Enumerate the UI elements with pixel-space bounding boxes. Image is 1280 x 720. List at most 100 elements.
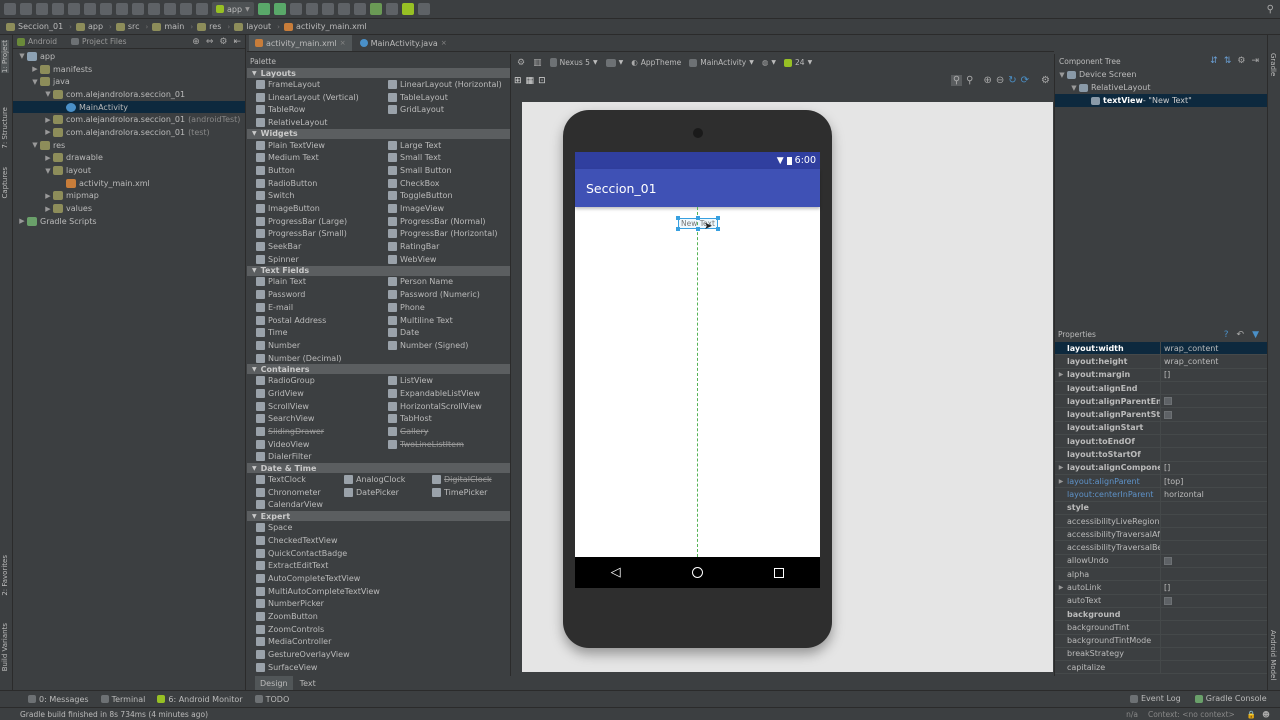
tab-structure[interactable]: 7: Structure — [1, 107, 9, 149]
sync-icon[interactable]: ⟳ — [1021, 75, 1029, 86]
property-row[interactable]: layout:toEndOf — [1055, 435, 1267, 449]
copy-icon[interactable] — [100, 3, 112, 15]
palette-item[interactable]: TextClock — [256, 473, 344, 486]
lock-icon[interactable]: 🔒 — [1247, 710, 1256, 719]
component-tree-item[interactable]: ▼ Device Screen — [1055, 68, 1267, 81]
checkbox[interactable] — [1164, 556, 1172, 565]
tree-item[interactable]: ▶ drawable — [13, 152, 245, 165]
expand-right-icon[interactable]: ▶ — [1055, 584, 1067, 591]
palette-item[interactable]: CheckBox — [388, 177, 510, 190]
tab-text[interactable]: Text — [295, 676, 321, 690]
editor-tab[interactable]: activity_main.xml × — [249, 35, 352, 51]
breadcrumb-item[interactable]: Seccion_01 — [4, 20, 67, 34]
nav-home-icon[interactable] — [691, 567, 703, 578]
palette-item[interactable]: ImageView — [388, 202, 510, 215]
undo-icon[interactable] — [52, 3, 64, 15]
palette-item[interactable]: LinearLayout (Vertical) — [256, 91, 388, 104]
palette-item[interactable]: QuickContactBadge — [256, 547, 510, 560]
palette-item[interactable]: Time — [256, 326, 388, 339]
help-icon[interactable] — [417, 3, 430, 15]
grid-icon[interactable]: ▦ — [526, 76, 535, 86]
property-row[interactable]: capitalize — [1055, 661, 1267, 675]
palette-item[interactable]: ZoomButton — [256, 610, 510, 623]
palette-item[interactable]: WebView — [388, 253, 510, 266]
palette-item[interactable]: Small Button — [388, 164, 510, 177]
component-tree-item[interactable]: textView - "New Text" — [1055, 94, 1267, 107]
close-icon[interactable]: × — [441, 39, 447, 47]
component-tree-item[interactable]: ▼ RelativeLayout — [1055, 81, 1267, 94]
tree-item[interactable]: ▼ res — [13, 139, 245, 152]
collapse-all-icon[interactable]: ⇔ — [206, 37, 214, 47]
api-level-select[interactable]: 24 ▼ — [784, 58, 812, 67]
project-structure-icon[interactable] — [353, 3, 366, 15]
property-value[interactable]: [] — [1160, 461, 1267, 474]
forward-icon[interactable] — [180, 3, 192, 15]
palette-item[interactable]: MediaController — [256, 636, 510, 649]
bottom-tool-button[interactable]: Terminal — [100, 695, 145, 704]
tab-project[interactable]: 1: Project — [1, 40, 9, 73]
palette-item[interactable]: Space — [256, 521, 510, 534]
bottom-tool-button[interactable]: TODO — [254, 695, 289, 704]
palette-item[interactable]: RatingBar — [388, 240, 510, 253]
palette-item[interactable]: GridLayout — [388, 103, 510, 116]
undo-icon[interactable]: ↶ — [1237, 330, 1245, 340]
property-row[interactable]: layout:alignStart — [1055, 421, 1267, 436]
open-icon[interactable] — [4, 3, 16, 15]
palette-item[interactable]: LinearLayout (Horizontal) — [388, 78, 510, 91]
resize-handle[interactable] — [716, 227, 720, 231]
checkbox[interactable] — [1164, 596, 1172, 605]
property-row[interactable]: breakStrategy — [1055, 647, 1267, 662]
palette-item[interactable]: Small Text — [388, 151, 510, 164]
run-icon[interactable] — [257, 3, 270, 15]
tree-item[interactable]: ▶ com.alejandrolora.seccion_01 (test) — [13, 126, 245, 139]
device-select[interactable]: Nexus 5 ▼ — [549, 58, 598, 67]
property-row[interactable]: ▶ layout:alignParent [top] — [1055, 474, 1267, 489]
property-value[interactable] — [1160, 594, 1267, 607]
property-value[interactable] — [1160, 381, 1267, 395]
property-value[interactable] — [1160, 421, 1267, 435]
tree-item[interactable]: ▼ app — [13, 50, 245, 63]
hide-panel-icon[interactable]: ⇤ — [233, 37, 241, 47]
palette-item[interactable]: Chronometer — [256, 486, 344, 499]
bottom-tool-button[interactable]: 6: Android Monitor — [157, 695, 243, 704]
redo-icon[interactable] — [68, 3, 80, 15]
zoom-to-fit-icon[interactable]: ⚲ — [950, 75, 963, 86]
property-row[interactable]: ▶ autoLink [] — [1055, 581, 1267, 595]
settings-icon[interactable] — [337, 3, 350, 15]
back-icon[interactable] — [164, 3, 176, 15]
build-icon[interactable] — [196, 3, 208, 15]
palette-item[interactable]: DatePicker — [344, 486, 432, 499]
property-row[interactable]: ▶ layout:margin [] — [1055, 368, 1267, 382]
orientation-select[interactable]: ▼ — [605, 58, 623, 67]
sdk-manager-icon[interactable] — [385, 3, 398, 15]
nav-back-icon[interactable]: ◁ — [611, 565, 621, 580]
property-value[interactable] — [1160, 647, 1267, 661]
palette-item[interactable]: Spinner — [256, 253, 388, 266]
palette-item[interactable]: ZoomControls — [256, 623, 510, 636]
gradle-console-button[interactable]: Gradle Console — [1194, 694, 1267, 703]
property-row[interactable]: layout:centerInParent horizontal — [1055, 488, 1267, 502]
palette-item[interactable]: TableRow — [256, 103, 388, 116]
property-value[interactable] — [1160, 501, 1267, 514]
expand-right-icon[interactable]: ▶ — [1055, 464, 1067, 471]
property-value[interactable] — [1160, 541, 1267, 554]
editor-tab[interactable]: MainActivity.java × — [354, 35, 453, 51]
tree-item[interactable]: ▼ layout — [13, 164, 245, 177]
palette-item[interactable]: Password (Numeric) — [388, 288, 510, 301]
tree-item[interactable]: ▼ java — [13, 75, 245, 88]
tab-captures[interactable]: Captures — [1, 167, 9, 198]
property-row[interactable]: layout:alignEnd — [1055, 381, 1267, 396]
resize-handle[interactable] — [676, 227, 680, 231]
filter-icon[interactable]: ▼ — [1252, 330, 1259, 340]
scroll-from-source-icon[interactable]: ⊕ — [192, 37, 200, 47]
sync-icon[interactable] — [36, 3, 48, 15]
palette-item[interactable]: AutoCompleteTextView — [256, 572, 510, 585]
layout-icon[interactable]: ▥ — [533, 58, 542, 68]
property-value[interactable] — [1160, 554, 1267, 568]
cut-icon[interactable] — [84, 3, 96, 15]
palette-item[interactable]: AnalogClock — [344, 473, 432, 486]
palette-item[interactable]: GridView — [256, 387, 388, 400]
palette-category[interactable]: ▼ Widgets — [247, 128, 510, 139]
property-value[interactable]: wrap_content — [1160, 342, 1267, 355]
palette-item[interactable]: FrameLayout — [256, 78, 388, 91]
